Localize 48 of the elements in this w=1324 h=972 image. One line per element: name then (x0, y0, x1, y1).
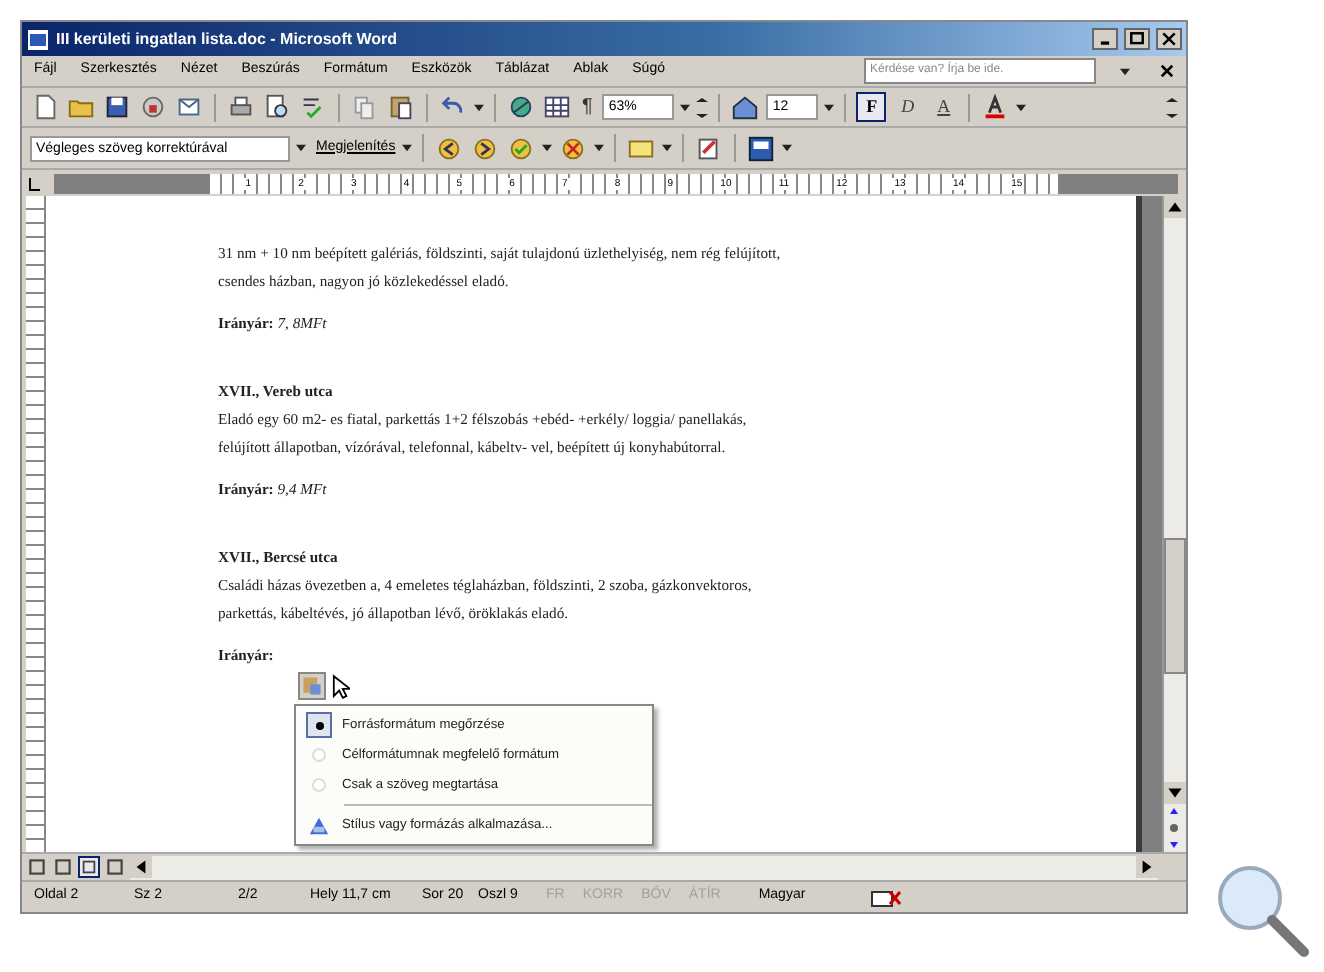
preview-icon[interactable] (262, 92, 292, 122)
reject-change-icon[interactable] (557, 133, 588, 163)
radio-button[interactable] (306, 712, 332, 738)
view-button[interactable] (104, 856, 126, 878)
scroll-up-icon[interactable] (1164, 196, 1186, 218)
mouse-cursor-icon (332, 674, 350, 700)
dropdown-arrow-icon[interactable] (474, 103, 484, 111)
scroll-down-icon[interactable] (1164, 782, 1186, 804)
vertical-scrollbar[interactable] (1162, 196, 1186, 852)
dropdown-arrow-icon[interactable] (824, 103, 835, 111)
toolbar-options-icon[interactable] (1166, 97, 1178, 117)
format-button[interactable]: D (892, 92, 923, 122)
close-icon[interactable] (1156, 28, 1182, 50)
view-button[interactable] (26, 856, 48, 878)
home-icon[interactable] (730, 92, 761, 122)
dropdown-arrow-icon[interactable] (661, 144, 672, 152)
scroll-left-icon[interactable] (130, 856, 152, 878)
next-change-icon[interactable] (469, 133, 500, 163)
window-title: III kerületi ingatlan lista.doc - Microsoft Word (56, 27, 398, 51)
paste-icon[interactable] (386, 92, 416, 122)
magnifier-icon (1212, 860, 1312, 960)
previous-change-icon[interactable] (433, 133, 464, 163)
dropdown-arrow-icon[interactable] (296, 144, 306, 152)
tables-icon[interactable] (542, 92, 572, 122)
toolbar-options-icon[interactable] (696, 97, 709, 117)
dropdown-arrow-icon[interactable] (541, 144, 552, 152)
format-button[interactable]: F (856, 92, 887, 122)
dropdown-arrow-icon[interactable] (1120, 67, 1130, 75)
minimize-icon[interactable] (1092, 28, 1118, 50)
scroll-thumb[interactable] (1164, 538, 1186, 674)
scroll-right-icon[interactable] (1136, 856, 1158, 878)
dropdown-arrow-icon[interactable] (680, 103, 691, 111)
document-icon (26, 27, 50, 51)
dropdown-arrow-icon[interactable] (593, 144, 604, 152)
dropdown-arrow-icon[interactable] (1016, 103, 1027, 111)
dropdown-arrow-icon[interactable] (401, 144, 412, 152)
browse-object-icon[interactable] (1164, 804, 1184, 852)
tab-selector-icon[interactable] (26, 175, 42, 191)
view-button[interactable] (52, 856, 74, 878)
format-button[interactable]: A (928, 92, 959, 122)
save-icon[interactable] (102, 92, 132, 122)
styles-icon (308, 814, 330, 836)
show-formatting-button[interactable]: ¶ (578, 92, 597, 122)
maximize-icon[interactable] (1124, 28, 1150, 50)
view-button[interactable] (78, 856, 100, 878)
dropdown-arrow-icon[interactable] (781, 144, 792, 152)
spelling-status-icon (870, 887, 903, 907)
close-icon[interactable] (1160, 64, 1174, 78)
